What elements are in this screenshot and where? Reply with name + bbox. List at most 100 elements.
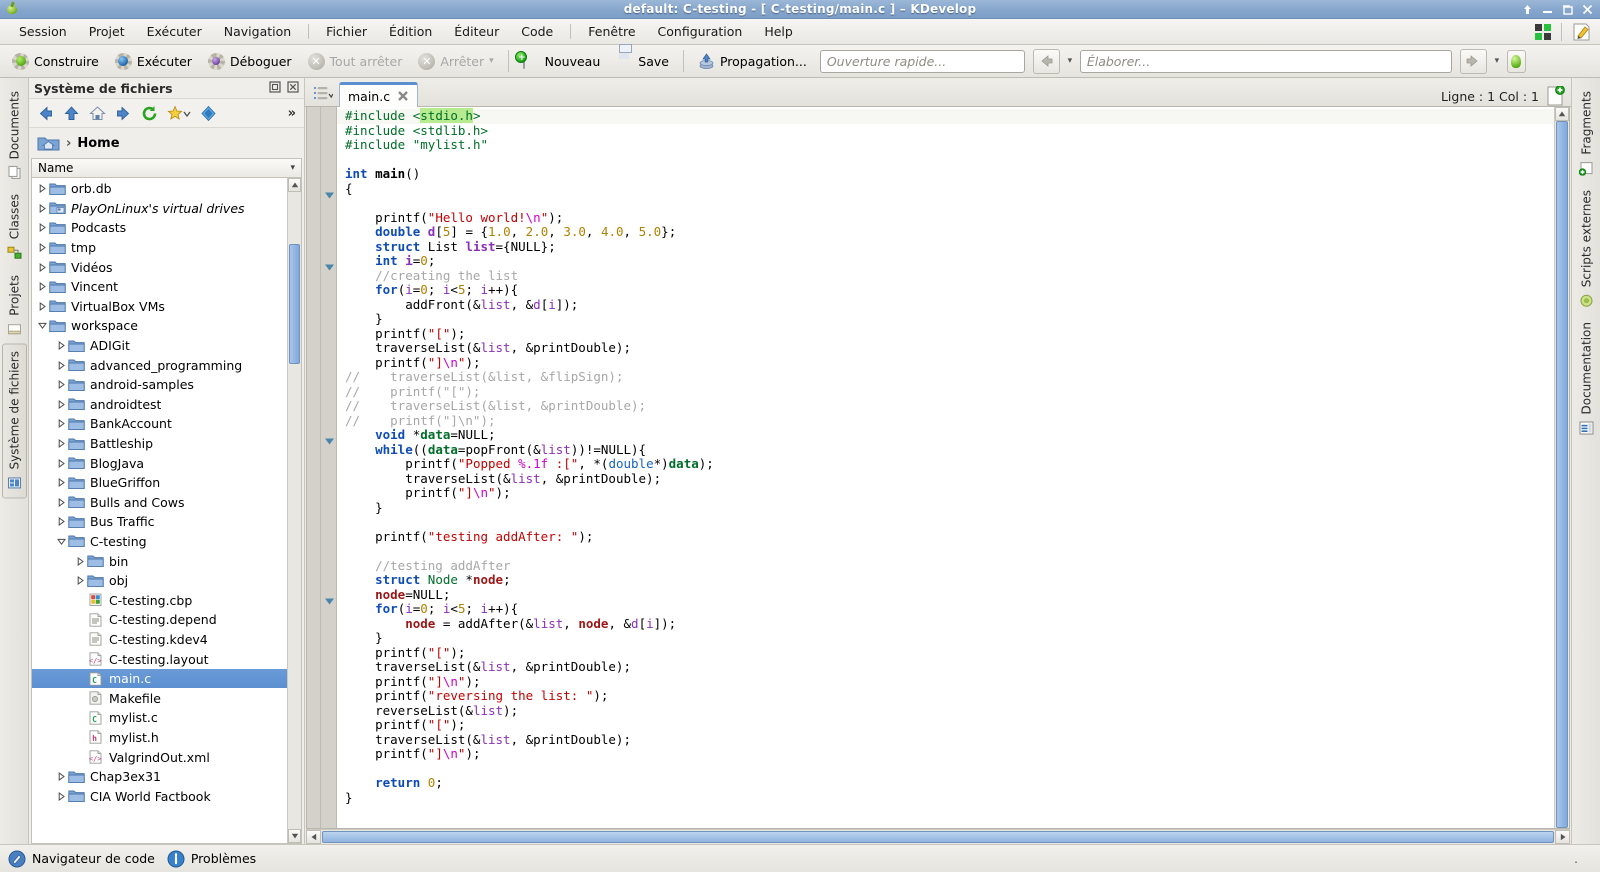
tree-item[interactable]: Bus Traffic bbox=[32, 512, 287, 532]
menu-session[interactable]: Session bbox=[8, 20, 78, 43]
status-problemes[interactable]: Problèmes bbox=[167, 850, 256, 868]
code-line[interactable]: printf("["); bbox=[337, 717, 1554, 733]
tree-item[interactable]: Cmylist.c bbox=[32, 708, 287, 728]
code-line[interactable]: #include <stdlib.h> bbox=[337, 123, 1554, 139]
tree-item[interactable]: C-testing.cbp bbox=[32, 590, 287, 610]
code-line[interactable]: struct List list={NULL}; bbox=[337, 239, 1554, 255]
tree-item[interactable]: Chap3ex31 bbox=[32, 767, 287, 787]
code-line[interactable]: reverseList(&list); bbox=[337, 703, 1554, 719]
fold-triangle-icon[interactable] bbox=[324, 190, 335, 201]
sidebar-item-classes[interactable]: Classes bbox=[3, 187, 26, 267]
tree-item[interactable]: android-samples bbox=[32, 375, 287, 395]
back-icon[interactable] bbox=[37, 105, 54, 122]
code-line[interactable]: int i=0; bbox=[337, 253, 1554, 269]
tree-item[interactable]: Podcasts bbox=[32, 218, 287, 238]
menu-configuration[interactable]: Configuration bbox=[647, 20, 754, 43]
sort-chevron-down-icon[interactable]: ▾ bbox=[290, 163, 295, 173]
code-line[interactable]: traverseList(&list, &printDouble); bbox=[337, 340, 1554, 356]
code-line[interactable]: traverseList(&list, &printDouble); bbox=[337, 471, 1554, 487]
tree-item[interactable]: workspace bbox=[32, 316, 287, 336]
code-line[interactable] bbox=[337, 196, 1554, 211]
code-line[interactable]: { bbox=[337, 181, 1554, 197]
chevron-right-icon[interactable] bbox=[36, 184, 49, 194]
editor-horizontal-scrollbar[interactable] bbox=[306, 829, 1570, 844]
tree-column-header[interactable]: Name ▾ bbox=[31, 158, 302, 178]
code-line[interactable]: void *data=NULL; bbox=[337, 427, 1554, 443]
code-line[interactable]: // traverseList(&list, &printDouble); bbox=[337, 398, 1554, 414]
hint-bulb-button[interactable] bbox=[1506, 49, 1526, 73]
chevron-right-icon[interactable] bbox=[36, 223, 49, 233]
code-line[interactable]: node=NULL; bbox=[337, 587, 1554, 603]
chevron-right-icon[interactable] bbox=[55, 380, 68, 390]
dock-overflow-button[interactable]: » bbox=[288, 106, 296, 121]
code-editor[interactable]: #include <stdio.h> #include <stdlib.h> #in… bbox=[306, 107, 1570, 829]
tree-item[interactable]: BankAccount bbox=[32, 414, 287, 434]
tree-item[interactable]: Battleship bbox=[32, 434, 287, 454]
chevron-down-icon[interactable] bbox=[55, 537, 68, 546]
sidebar-item-documents[interactable]: Documents bbox=[3, 84, 26, 187]
code-line[interactable]: #include "mylist.h" bbox=[337, 137, 1554, 153]
code-line[interactable]: printf("]\n"); bbox=[337, 485, 1554, 501]
tree-item[interactable]: orb.db bbox=[32, 179, 287, 199]
code-line[interactable]: printf("]\n"); bbox=[337, 674, 1554, 690]
tree-item[interactable]: C-testing.depend bbox=[32, 610, 287, 630]
code-line[interactable]: } bbox=[337, 500, 1554, 516]
new-button[interactable]: + Nouveau bbox=[516, 50, 608, 73]
tree-item[interactable]: Bulls and Cows bbox=[32, 493, 287, 513]
maximize-icon[interactable] bbox=[1562, 4, 1573, 15]
tree-item[interactable]: C-testing.kdev4 bbox=[32, 630, 287, 650]
code-line[interactable] bbox=[337, 153, 1554, 168]
minimize-icon[interactable] bbox=[1542, 4, 1553, 15]
hscroll-left-icon[interactable] bbox=[306, 830, 321, 844]
chevron-right-icon[interactable] bbox=[36, 282, 49, 292]
fold-triangle-icon[interactable] bbox=[324, 596, 335, 607]
tree-item[interactable]: ADIGit bbox=[32, 336, 287, 356]
tree-item[interactable]: obj bbox=[32, 571, 287, 591]
home-icon[interactable] bbox=[89, 105, 106, 122]
menu-navigation[interactable]: Navigation bbox=[213, 20, 302, 43]
sidebar-item-systeme-de-fichiers[interactable]: Système de fichiers bbox=[1, 343, 27, 499]
code-line[interactable]: printf("["); bbox=[337, 326, 1554, 342]
code-line[interactable]: printf("reversing the list: "); bbox=[337, 688, 1554, 704]
editor-scroll-track[interactable] bbox=[1555, 121, 1569, 828]
file-tree[interactable]: orb.db PlayOnLinux's virtual drives Podcas… bbox=[32, 178, 287, 843]
code-line[interactable]: double d[5] = {1.0, 2.0, 3.0, 4.0, 5.0}; bbox=[337, 224, 1554, 240]
tree-item[interactable]: CIA World Factbook bbox=[32, 786, 287, 806]
editor-vertical-scrollbar[interactable] bbox=[1554, 107, 1569, 828]
scroll-track[interactable] bbox=[288, 192, 301, 829]
code-line[interactable]: printf("]\n"); bbox=[337, 746, 1554, 762]
dock-close-icon[interactable] bbox=[287, 80, 299, 96]
chevron-right-icon[interactable] bbox=[55, 478, 68, 488]
sidebar-item-documentation[interactable]: Documentation bbox=[1575, 315, 1598, 443]
menu-code[interactable]: Code bbox=[510, 20, 564, 43]
chevron-right-icon[interactable] bbox=[36, 262, 49, 272]
new-document-button[interactable] bbox=[1547, 85, 1565, 106]
chevron-right-icon[interactable] bbox=[55, 439, 68, 448]
sidebar-item-scripts-externes[interactable]: Scripts externes bbox=[1575, 183, 1598, 315]
code-line[interactable]: printf("Popped %.1f :[", *(double*)data)… bbox=[337, 456, 1554, 472]
code-line[interactable]: #include <stdio.h> bbox=[337, 108, 1554, 124]
run-button[interactable]: Exécuter bbox=[108, 50, 199, 73]
code-line[interactable]: //creating the list bbox=[337, 268, 1554, 284]
tree-item[interactable]: VirtualBox VMs bbox=[32, 297, 287, 317]
chevron-down-icon[interactable] bbox=[36, 321, 49, 330]
fold-triangle-icon[interactable] bbox=[324, 436, 335, 447]
bookmark-icon[interactable] bbox=[167, 104, 191, 122]
quickopen-input[interactable]: Ouverture rapide... bbox=[819, 49, 1025, 73]
hscroll-track[interactable] bbox=[321, 830, 1555, 844]
hscroll-right-icon[interactable] bbox=[1555, 830, 1570, 844]
code-line[interactable]: // printf("]\n"); bbox=[337, 413, 1554, 429]
menu-executer[interactable]: Exécuter bbox=[136, 20, 213, 43]
propagate-button[interactable]: Propagation... bbox=[691, 50, 814, 73]
status-code-browser[interactable]: Navigateur de code bbox=[8, 850, 155, 868]
menu-editeur[interactable]: Éditeur bbox=[443, 20, 510, 43]
dock-float-icon[interactable] bbox=[269, 80, 281, 96]
debug-button[interactable]: Déboguer bbox=[201, 50, 299, 73]
chevron-right-icon[interactable] bbox=[55, 341, 68, 351]
chevron-right-icon[interactable] bbox=[55, 419, 68, 429]
chevron-right-icon[interactable] bbox=[36, 203, 49, 213]
code-line[interactable]: } bbox=[337, 790, 1554, 806]
chevron-right-icon[interactable] bbox=[36, 243, 49, 253]
tree-item[interactable]: h mylist.h bbox=[32, 728, 287, 748]
tree-item[interactable]: C-testing bbox=[32, 532, 287, 552]
